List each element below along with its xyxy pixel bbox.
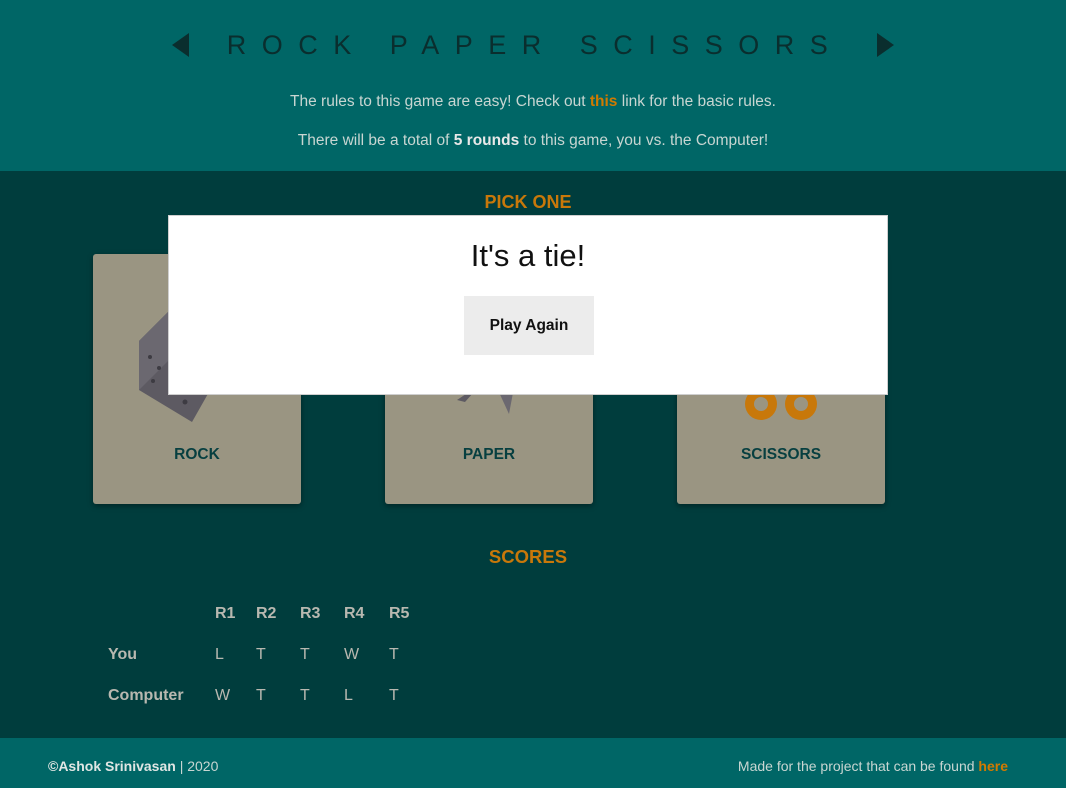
footer-project: Made for the project that can be found h…	[738, 758, 1008, 774]
round-header: R2	[256, 605, 277, 622]
rounds-count: 5 rounds	[453, 132, 520, 149]
previous-arrow-icon[interactable]	[171, 33, 189, 57]
round-header: R5	[389, 605, 410, 622]
title-row: ROCK PAPER SCISSORS	[0, 22, 1066, 68]
paper-label: PAPER	[462, 446, 516, 463]
scissors-label: SCISSORS	[740, 446, 822, 463]
rules-text-1b: link for the basic rules.	[617, 93, 776, 110]
player-row-label: You	[108, 646, 138, 663]
footer: ©Ashok Srinivasan | 2020 Made for the pr…	[0, 738, 1066, 788]
rules-line-2: There will be a total of 5 rounds to thi…	[0, 132, 1066, 150]
rules-text-2a: There will be a total of	[297, 132, 454, 149]
play-again-button[interactable]: Play Again	[464, 296, 594, 355]
project-text: Made for the project that can be found	[737, 758, 979, 774]
round-header: R1	[215, 605, 236, 622]
round-header: R3	[300, 605, 321, 622]
score-cell: L	[215, 646, 224, 663]
score-cell: T	[300, 687, 310, 704]
score-cell: T	[256, 687, 266, 704]
result-modal: It's a tie! Play Again	[168, 215, 888, 395]
pick-one-heading: PICK ONE	[484, 192, 572, 212]
round-header: R4	[344, 605, 365, 622]
score-cell: T	[300, 646, 310, 663]
score-cell: L	[344, 687, 353, 704]
rules-text-1a: The rules to this game are easy! Check o…	[290, 93, 590, 110]
header: ROCK PAPER SCISSORS The rules to this ga…	[0, 0, 1066, 171]
rules-link[interactable]: this	[590, 93, 618, 110]
computer-row-label: Computer	[108, 687, 184, 704]
rules-text-2b: to this game, you vs. the Computer!	[519, 132, 769, 149]
score-cell: W	[344, 646, 360, 663]
rock-label: ROCK	[174, 446, 220, 463]
next-arrow-icon[interactable]	[877, 33, 895, 57]
author-name: ©Ashok Srinivasan	[48, 758, 176, 774]
score-cell: T	[389, 646, 399, 663]
score-cell: T	[389, 687, 399, 704]
footer-credit: ©Ashok Srinivasan | 2020	[48, 758, 218, 774]
page-title: ROCK PAPER SCISSORS	[226, 29, 844, 60]
project-link[interactable]: here	[978, 758, 1008, 774]
footer-year: | 2020	[175, 758, 219, 774]
result-message: It's a tie!	[470, 238, 586, 273]
scores-heading: SCORES	[488, 546, 568, 567]
rules-line-1: The rules to this game are easy! Check o…	[0, 93, 1066, 111]
score-cell: T	[256, 646, 266, 663]
score-cell: W	[215, 687, 231, 704]
